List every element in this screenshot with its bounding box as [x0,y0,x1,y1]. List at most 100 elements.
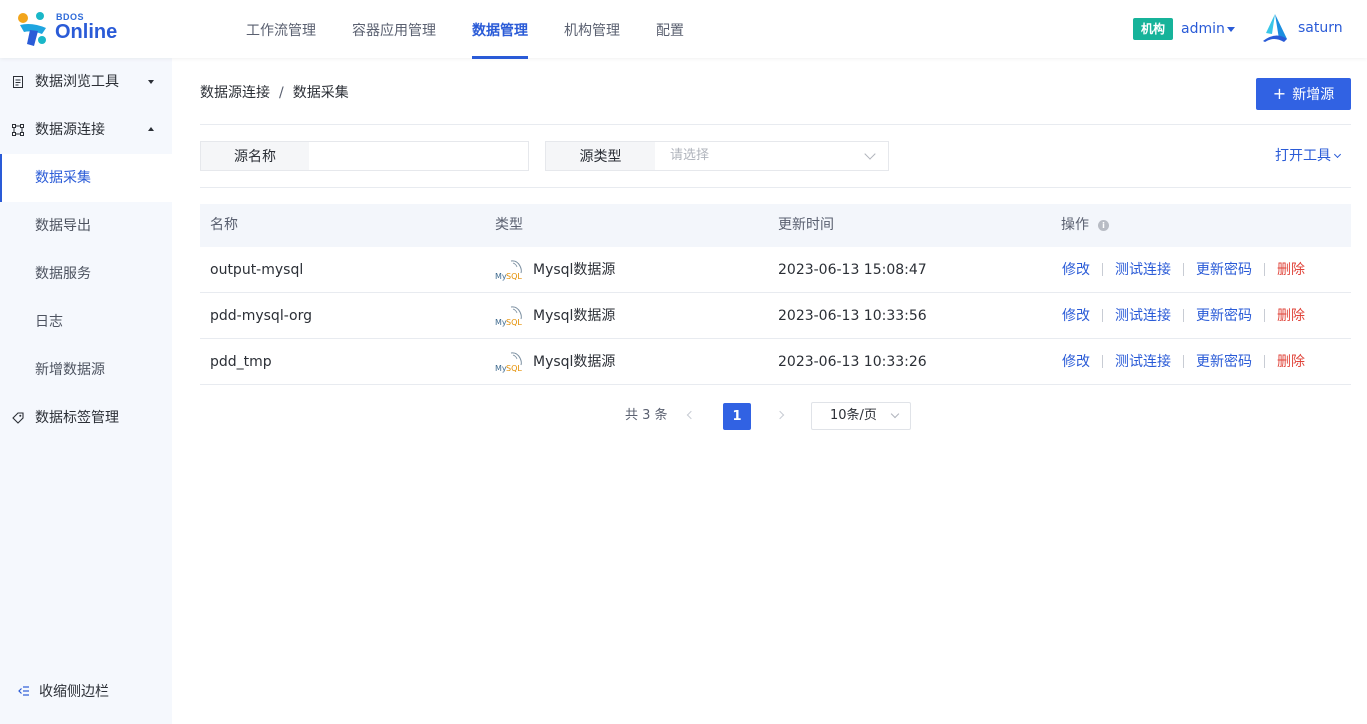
chevron-left-icon[interactable] [686,410,696,420]
divider [200,187,1351,188]
column-header-actions: 操作 [1061,217,1089,233]
collapse-icon [18,686,29,696]
collapse-sidebar-button[interactable]: 收缩侧边栏 [0,670,172,714]
cell-updated: 2023-06-13 10:33:26 [778,354,927,370]
report-icon [13,76,23,88]
page-size-select[interactable]: 10条/页 [811,402,911,430]
sidebar-sub-data-service[interactable]: 数据服务 [0,250,172,298]
open-tools-toggle[interactable]: 打开工具 [1275,146,1342,166]
column-header-name: 名称 [210,217,238,233]
sidebar-sub-data-export[interactable]: 数据导出 [0,202,172,250]
caret-up-icon [148,127,154,131]
bdos-logo[interactable]: BDOS Online [16,10,126,50]
caret-down-icon[interactable] [1227,27,1235,32]
delete-link[interactable]: 删除 [1277,262,1305,278]
tenant-name[interactable]: saturn [1298,18,1343,38]
table-row: output-mysql My SQL Mysql数据源 2023-06-13 … [200,247,1351,293]
sidebar-item-label: 数据源连接 [35,122,105,138]
breadcrumb-current: 数据采集 [292,85,349,101]
collapse-sidebar-label: 收缩侧边栏 [39,684,109,700]
tag-icon [12,412,24,424]
chevron-down-icon [890,409,900,419]
sidebar-sub-label: 数据导出 [35,218,91,234]
cell-name: pdd-mysql-org [210,308,312,324]
action-divider [1183,309,1184,322]
column-header-type: 类型 [495,217,523,233]
user-menu[interactable]: admin [1181,19,1225,39]
update-password-link[interactable]: 更新密码 [1196,308,1252,324]
cell-updated: 2023-06-13 15:08:47 [778,262,927,278]
row-actions: 修改 测试连接 更新密码 删除 [1062,247,1305,293]
action-divider [1264,355,1265,368]
cell-type: Mysql数据源 [533,308,616,324]
action-divider [1264,309,1265,322]
info-icon[interactable]: i [1098,220,1109,231]
source-name-input[interactable] [309,141,529,171]
divider [200,124,1351,125]
add-datasource-button[interactable]: + 新增源 [1256,78,1351,110]
connection-icon [12,124,24,136]
sidebar-sub-log[interactable]: 日志 [0,298,172,346]
row-actions: 修改 测试连接 更新密码 删除 [1062,293,1305,339]
svg-text:SQL: SQL [506,364,522,373]
nav-workflow[interactable]: 工作流管理 [228,0,334,58]
edit-link[interactable]: 修改 [1062,308,1090,324]
logo-mark-icon [18,12,46,46]
breadcrumb: 数据源连接 / 数据采集 [200,84,349,102]
chevron-right-icon[interactable] [775,410,785,420]
mysql-icon: My SQL [495,306,522,327]
cell-name: output-mysql [210,262,304,278]
plus-icon: + [1272,84,1287,103]
edit-link[interactable]: 修改 [1062,262,1090,278]
sidebar-sub-new-datasource[interactable]: 新增数据源 [0,346,172,394]
sidebar: 数据浏览工具 数据源连接 数据采集 数据导出 数据服务 日志 新增数据源 数据标… [0,58,172,724]
update-password-link[interactable]: 更新密码 [1196,262,1252,278]
sidebar-item-label: 数据浏览工具 [35,74,119,90]
open-tools-label: 打开工具 [1275,148,1331,164]
add-button-label: 新增源 [1292,87,1335,103]
delete-link[interactable]: 删除 [1277,308,1305,324]
sidebar-item-label: 数据标签管理 [35,410,119,426]
nav-config[interactable]: 配置 [638,0,702,58]
cell-updated: 2023-06-13 10:33:56 [778,308,927,324]
sidebar-sub-label: 日志 [35,314,63,330]
sidebar-item-data-browse[interactable]: 数据浏览工具 [0,58,172,106]
nav-data-management[interactable]: 数据管理 [454,0,546,59]
source-name-label: 源名称 [200,141,310,171]
cell-type: Mysql数据源 [533,354,616,370]
tenant-logo-icon [1263,14,1287,42]
pagination-current-page[interactable]: 1 [723,403,751,430]
nav-org-management[interactable]: 机构管理 [546,0,638,58]
action-divider [1102,309,1103,322]
chevron-down-icon [1333,150,1342,159]
logo-text-big: Online [55,21,118,43]
action-divider [1102,263,1103,276]
mysql-icon: My SQL [495,260,522,281]
action-divider [1183,263,1184,276]
delete-link[interactable]: 删除 [1277,354,1305,370]
update-password-link[interactable]: 更新密码 [1196,354,1252,370]
action-divider [1102,355,1103,368]
sidebar-item-data-tags[interactable]: 数据标签管理 [0,394,172,442]
test-connection-link[interactable]: 测试连接 [1115,262,1171,278]
nav-container-apps[interactable]: 容器应用管理 [334,0,454,58]
cell-type: Mysql数据源 [533,262,616,278]
breadcrumb-separator: / [279,85,284,101]
top-header: BDOS Online 工作流管理 容器应用管理 数据管理 机构管理 配置 机构… [0,0,1367,59]
breadcrumb-item[interactable]: 数据源连接 [200,85,270,101]
column-header-updated: 更新时间 [778,217,834,233]
pagination-total: 共 3 条 [625,408,668,423]
sidebar-item-datasource[interactable]: 数据源连接 [0,106,172,154]
test-connection-link[interactable]: 测试连接 [1115,354,1171,370]
source-type-select[interactable]: 请选择 [655,141,889,171]
svg-text:SQL: SQL [506,318,522,327]
sidebar-sub-label: 新增数据源 [35,362,105,378]
org-badge: 机构 [1133,18,1174,40]
sidebar-sub-data-collection[interactable]: 数据采集 [0,154,172,202]
action-divider [1183,355,1184,368]
main-nav: 工作流管理 容器应用管理 数据管理 机构管理 配置 [228,0,702,59]
sidebar-sub-label: 数据服务 [35,266,91,282]
sidebar-sub-label: 数据采集 [35,170,91,186]
edit-link[interactable]: 修改 [1062,354,1090,370]
test-connection-link[interactable]: 测试连接 [1115,308,1171,324]
